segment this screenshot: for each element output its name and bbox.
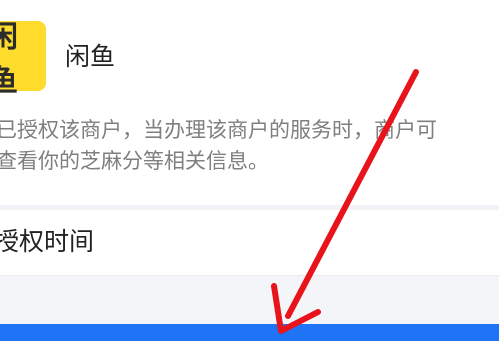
merchant-name: 闲鱼 — [65, 42, 116, 71]
description-line-2: 查看你的芝麻分等相关信息。 — [0, 149, 269, 173]
description-line-1: 已授权该商户，当办理该商户的服务时，商户可 — [0, 118, 437, 142]
authorization-description: 已授权该商户，当办理该商户的服务时，商户可 查看你的芝麻分等相关信息。 — [0, 115, 499, 177]
xianyu-logo-icon: 闲鱼 — [0, 20, 46, 99]
merchant-card: 闲鱼 闲鱼 已授权该商户，当办理该商户的服务时，商户可 查看你的芝麻分等相关信息… — [0, 0, 499, 205]
logo-text: 闲鱼 — [0, 20, 18, 99]
primary-action-button[interactable] — [0, 324, 499, 341]
authorization-time-label: 授权时间 — [0, 227, 95, 256]
authorization-time-row: 授权时间 — [0, 210, 499, 276]
